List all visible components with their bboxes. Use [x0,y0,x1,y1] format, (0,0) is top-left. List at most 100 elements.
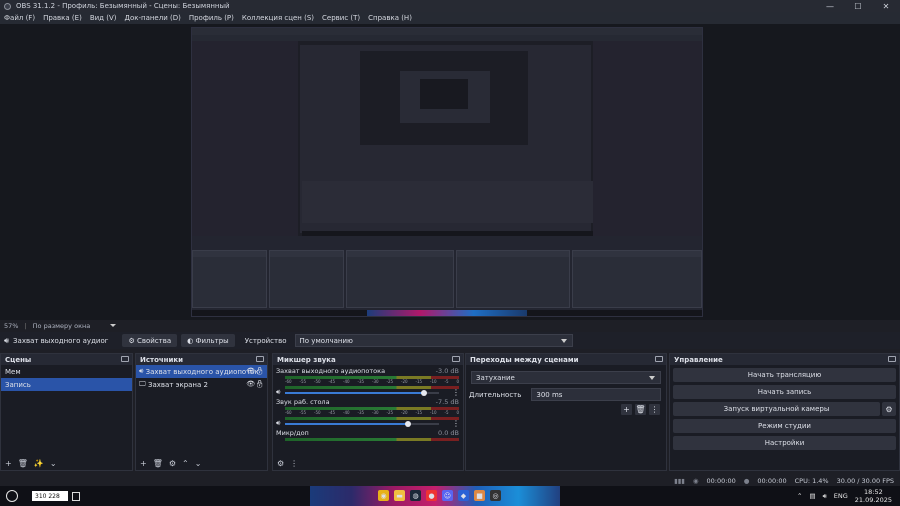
meter-tick-label: 0 [456,379,459,384]
meter-tick-label: -45 [328,379,336,384]
meter-tick-label: -10 [430,410,437,415]
source-item-audio-output[interactable]: 🔊︎ Захват выходного аудиопоток 👁︎🔒︎ [136,365,267,378]
chevron-down-icon[interactable] [110,324,117,327]
task-view-icon[interactable] [72,491,80,501]
taskbar-search[interactable]: 310 228 [32,491,68,501]
sticker-icon: ✨ [33,458,44,468]
duration-input[interactable]: 300 ms [531,388,661,401]
source-toolbar: 🔊︎ Захват выходного аудиог ⚙︎ Свойства ◐… [0,332,900,349]
title-bar: OBS 31.1.2 - Профиль: Безымянный - Сцены… [0,0,900,12]
language-indicator[interactable]: ENG [834,492,848,500]
more-icon[interactable]: ⋮ [290,459,298,468]
system-tray: ⌃ ▤ 🔊︎ ENG 18:52 21.09.2025 [797,486,900,506]
controls-dock: Управление Начать трансляцию Начать запи… [669,353,900,471]
program-preview[interactable] [191,27,703,317]
clock[interactable]: 18:52 21.09.2025 [855,488,892,504]
gear-icon[interactable]: ⚙︎ [169,459,176,468]
scene-item-record[interactable]: Запись [1,378,132,391]
source-item-screen-capture[interactable]: 🖵 Захват экрана 2 👁︎🔒︎ [136,378,267,391]
start-stream-button[interactable]: Начать трансляцию [673,368,896,382]
scenes-title: Сцены [5,355,32,364]
volume-icon[interactable]: 🔊︎ [823,492,827,501]
visibility-lock-icon[interactable]: 👁︎🔒︎ [246,367,264,375]
folder-icon[interactable]: ▬ [394,490,405,501]
discord-icon[interactable]: ☺ [442,490,453,501]
chevron-up-icon[interactable]: ⌃ [797,492,802,500]
undock-icon[interactable] [655,356,663,362]
app-blue-icon[interactable]: ◆ [458,490,469,501]
preview-nested-taskbar [192,310,702,316]
maximize-button[interactable]: ☐ [844,2,872,11]
obs-logo-icon [4,2,11,10]
close-button[interactable]: ✕ [872,2,900,11]
minimize-button[interactable]: — [816,2,844,11]
menu-file[interactable]: Файл (F) [4,14,35,22]
start-icon[interactable] [6,490,18,502]
transition-select[interactable]: Затухание [471,371,661,384]
meter-tick-label: -30 [372,410,379,415]
move-down-icon[interactable]: ⌄ [195,459,202,468]
more-icon[interactable]: ⋮ [649,404,660,415]
add-icon[interactable]: + [5,459,12,468]
scene-item-mem[interactable]: Мем [1,365,132,378]
properties-label: Свойства [136,336,172,345]
device-select[interactable]: По умолчанию [294,334,573,347]
menu-tools[interactable]: Сервис (T) [322,14,360,22]
status-bar: ▮▮▮ ◉ 00:00:00 ● 00:00:00 CPU: 1.4% 30.0… [0,475,900,486]
current-source-name: Захват выходного аудиог [13,336,109,345]
stream-status-icon: ◉ [692,476,699,485]
menu-edit[interactable]: Правка (E) [43,14,82,22]
chevron-down-icon[interactable]: ⌄ [50,459,57,468]
delete-icon[interactable]: 🗑︎ [18,459,28,468]
zoom-mode[interactable]: По размеру окна [33,322,91,330]
menu-help[interactable]: Справка (H) [368,14,412,22]
add-icon[interactable]: + [140,459,147,468]
channel-name: Звук раб. стола [276,398,330,406]
channel-db: 0.0 dB [438,429,459,437]
volume-slider[interactable] [285,420,439,427]
app-orange-icon[interactable]: ■ [474,490,485,501]
mixer-title: Микшер звука [277,355,336,364]
undock-icon[interactable] [888,356,896,362]
network-icon[interactable]: ▤ [810,492,816,500]
audio-mixer-dock: Микшер звука Захват выходного аудиопоток… [272,353,464,471]
obs-app-icon[interactable]: ◎ [490,490,501,501]
chrome-icon[interactable]: ◉ [378,490,389,501]
move-up-icon[interactable]: ⌃ [182,459,189,468]
channel-name: Микр/доп [276,429,309,437]
menu-docks[interactable]: Док-панели (D) [124,14,180,22]
properties-button[interactable]: ⚙︎ Свойства [122,334,178,347]
meter-tick-label: -20 [401,379,408,384]
undock-icon[interactable] [452,356,460,362]
controls-title: Управление [674,355,723,364]
monitor-icon: 🖵 [139,380,146,388]
delete-icon[interactable]: 🗑︎ [635,404,646,415]
menu-scene-collection[interactable]: Коллекция сцен (S) [242,14,314,22]
filters-label: Фильтры [195,336,229,345]
virtual-camera-button[interactable]: Запуск виртуальной камеры [673,402,880,416]
meter-tick-label: 0 [456,410,459,415]
record-status-icon: ● [743,476,750,485]
add-icon[interactable]: + [621,404,632,415]
app-red-icon[interactable]: ● [426,490,437,501]
volume-meter [285,438,459,441]
delete-icon[interactable]: 🗑︎ [153,459,163,468]
studio-mode-button[interactable]: Режим студии [673,419,896,433]
meter-ticks: -60 -55 -50 -45 -40 -35 -30 -25 -20 -15 -10 -5 0 [285,379,459,385]
undock-icon[interactable] [256,356,264,362]
mixer-footer: ⚙︎ ⋮ [273,456,463,470]
clock-time: 18:52 [864,488,883,496]
settings-button[interactable]: Настройки [673,436,896,450]
steam-icon[interactable]: ◍ [410,490,421,501]
zoom-value[interactable]: 57% [4,322,18,330]
menu-view[interactable]: Вид (V) [90,14,117,22]
mixer-settings-icon[interactable]: ⚙︎ [277,459,284,468]
menu-profile[interactable]: Профиль (P) [189,14,234,22]
sources-title: Источники [140,355,184,364]
volume-slider[interactable] [285,389,439,396]
start-record-button[interactable]: Начать запись [673,385,896,399]
undock-icon[interactable] [121,356,129,362]
visibility-lock-icon[interactable]: 👁︎🔒︎ [246,380,264,388]
gear-icon[interactable]: ⚙︎ [882,402,896,416]
filters-button[interactable]: ◐ Фильтры [181,334,235,347]
